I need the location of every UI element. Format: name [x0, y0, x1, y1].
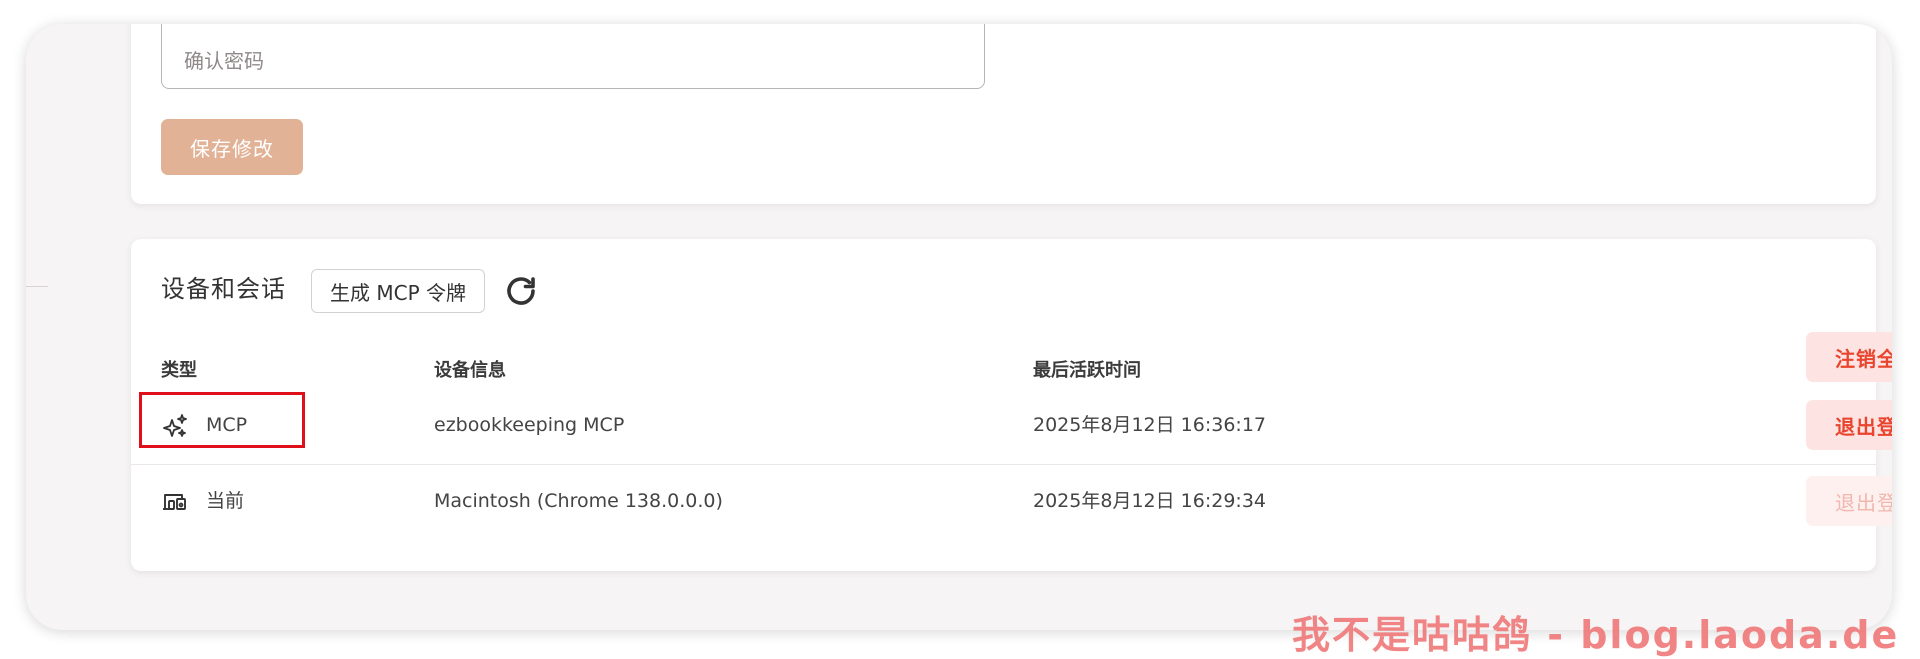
sparkles-icon	[163, 414, 187, 437]
session-type-label: 当前	[206, 490, 245, 512]
device-info-cell: ezbookkeeping MCP	[434, 414, 625, 436]
generate-mcp-token-button[interactable]: 生成 MCP 令牌	[311, 269, 485, 313]
refresh-icon[interactable]	[503, 273, 539, 309]
sidebar-divider	[26, 286, 48, 287]
revoke-all-button[interactable]: 注销全部	[1806, 332, 1892, 382]
save-changes-button[interactable]: 保存修改	[161, 119, 303, 175]
app-window: 保存修改 设备和会话 生成 MCP 令牌 类型 设备信息 最后活跃时间 注销全部…	[26, 24, 1892, 630]
confirm-password-input[interactable]	[161, 24, 985, 89]
devices-icon	[163, 494, 186, 510]
last-active-cell: 2025年8月12日 16:36:17	[1033, 414, 1266, 436]
last-active-cell: 2025年8月12日 16:29:34	[1033, 490, 1266, 512]
column-header-type: 类型	[161, 360, 197, 381]
column-header-last-active: 最后活跃时间	[1033, 360, 1141, 381]
password-card: 保存修改	[131, 24, 1876, 204]
session-type-label: MCP	[206, 414, 248, 436]
column-header-device-info: 设备信息	[434, 360, 506, 381]
table-row: 当前 Macintosh (Chrome 138.0.0.0) 2025年8月1…	[131, 464, 1892, 537]
watermark-text: 我不是咕咕鸽 - blog.laoda.de	[1292, 613, 1900, 657]
logout-button[interactable]: 退出登录	[1806, 400, 1892, 450]
section-title: 设备和会话	[161, 275, 286, 303]
logout-button-disabled: 退出登录	[1806, 476, 1892, 526]
devices-sessions-card: 设备和会话 生成 MCP 令牌 类型 设备信息 最后活跃时间 注销全部 MCP …	[131, 239, 1892, 571]
table-row: MCP ezbookkeeping MCP 2025年8月12日 16:36:1…	[131, 389, 1892, 461]
device-info-cell: Macintosh (Chrome 138.0.0.0)	[434, 490, 723, 512]
